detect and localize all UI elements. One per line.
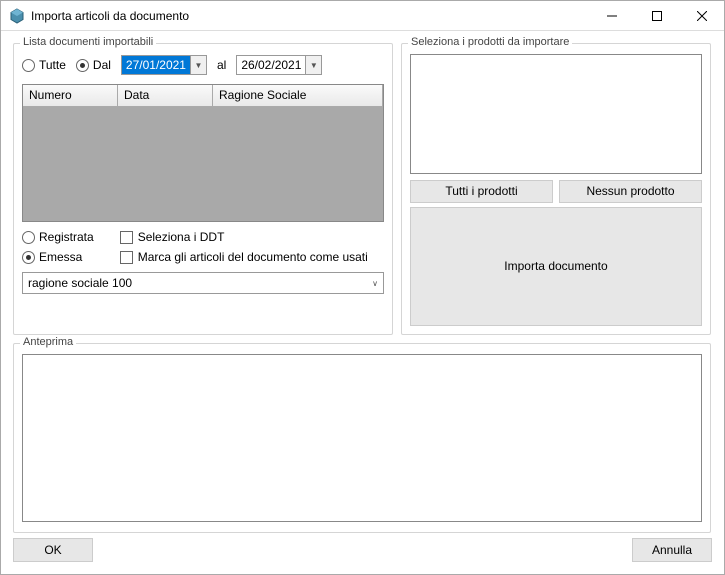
column-company[interactable]: Ragione Sociale: [213, 85, 383, 107]
column-date[interactable]: Data: [118, 85, 213, 107]
window-title: Importa articoli da documento: [31, 9, 589, 23]
products-list[interactable]: [410, 54, 702, 174]
date-to-input[interactable]: 26/02/2021 ▼: [236, 55, 322, 75]
minimize-button[interactable]: [589, 1, 634, 30]
grid-body-empty: [23, 107, 383, 221]
date-from-value: 27/01/2021: [122, 56, 190, 74]
products-group: Seleziona i prodotti da importare Tutti …: [401, 43, 711, 335]
date-from-input[interactable]: 27/01/2021 ▼: [121, 55, 207, 75]
preview-legend: Anteprima: [20, 336, 76, 348]
checkbox-select-ddt-label: Seleziona i DDT: [138, 230, 225, 244]
grid-header: Numero Data Ragione Sociale: [23, 85, 383, 107]
preview-group: Anteprima: [13, 343, 711, 533]
app-icon: [9, 8, 25, 24]
radio-icon: [22, 231, 35, 244]
ok-button[interactable]: OK: [13, 538, 93, 562]
close-button[interactable]: [679, 1, 724, 30]
radio-registered[interactable]: Registrata: [22, 230, 94, 244]
all-products-button[interactable]: Tutti i prodotti: [410, 180, 553, 203]
documents-group: Lista documenti importabili Tutte Dal 27…: [13, 43, 393, 335]
maximize-button[interactable]: [634, 1, 679, 30]
radio-all[interactable]: Tutte: [22, 58, 66, 72]
radio-issued-label: Emessa: [39, 250, 82, 264]
checkbox-icon: [120, 231, 133, 244]
products-legend: Seleziona i prodotti da importare: [408, 36, 572, 48]
radio-issued[interactable]: Emessa: [22, 250, 94, 264]
radio-from[interactable]: Dal: [76, 58, 111, 72]
label-to: al: [217, 58, 226, 72]
documents-legend: Lista documenti importabili: [20, 36, 156, 48]
cancel-button[interactable]: Annulla: [632, 538, 712, 562]
window-buttons: [589, 1, 724, 30]
date-to-value: 26/02/2021: [237, 56, 305, 74]
company-select-value: ragione sociale 100: [23, 276, 367, 290]
documents-grid[interactable]: Numero Data Ragione Sociale: [22, 84, 384, 222]
checkbox-icon: [120, 251, 133, 264]
radio-all-label: Tutte: [39, 58, 66, 72]
preview-area: [22, 354, 702, 522]
radio-icon: [22, 59, 35, 72]
titlebar: Importa articoli da documento: [1, 1, 724, 31]
no-products-button[interactable]: Nessun prodotto: [559, 180, 702, 203]
date-filter-row: Tutte Dal 27/01/2021 ▼ al 26/02/2021 ▼: [22, 54, 384, 76]
radio-from-label: Dal: [93, 58, 111, 72]
import-document-button[interactable]: Importa documento: [410, 207, 702, 327]
dropdown-icon[interactable]: ▼: [190, 56, 206, 74]
checkbox-mark-used[interactable]: Marca gli articoli del documento come us…: [120, 250, 368, 264]
radio-registered-label: Registrata: [39, 230, 94, 244]
radio-icon: [22, 251, 35, 264]
dropdown-icon[interactable]: ▼: [305, 56, 321, 74]
checkbox-select-ddt[interactable]: Seleziona i DDT: [120, 230, 368, 244]
radio-icon: [76, 59, 89, 72]
column-number[interactable]: Numero: [23, 85, 118, 107]
checkbox-mark-used-label: Marca gli articoli del documento come us…: [138, 250, 368, 264]
company-select[interactable]: ragione sociale 100 ∨: [22, 272, 384, 294]
dropdown-icon[interactable]: ∨: [367, 279, 383, 288]
